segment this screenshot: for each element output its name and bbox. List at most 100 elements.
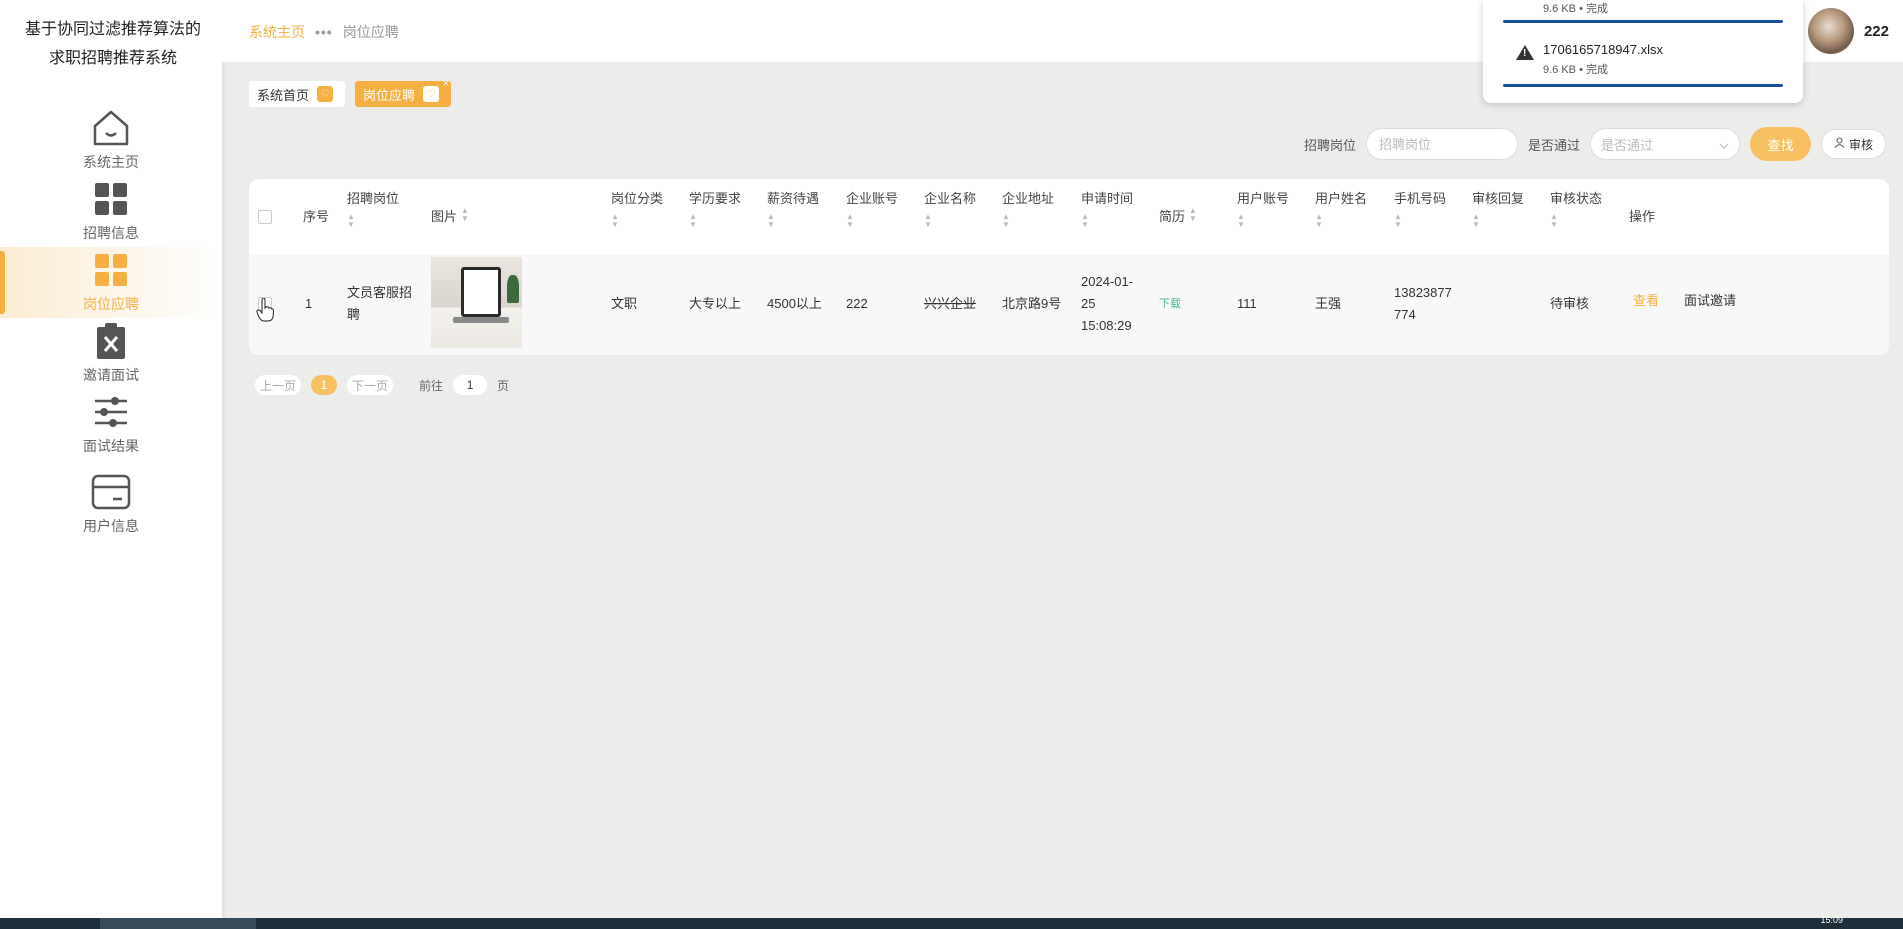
tab-label: 系统首页 bbox=[257, 87, 310, 103]
column-header[interactable]: 简历 ▲ ▼ bbox=[1159, 207, 1197, 227]
sidebar: 基于协同过滤推荐算法的 求职招聘推荐系统 系统主页 招聘信息 岗位应聘 邀请面试… bbox=[0, 0, 222, 918]
download-progress-bar bbox=[1503, 84, 1783, 87]
cell-user-account: 111 bbox=[1237, 296, 1257, 311]
prev-page-button[interactable]: 上一页 bbox=[255, 375, 302, 395]
pass-select-placeholder: 是否通过 bbox=[1600, 137, 1653, 153]
column-header[interactable]: 企业账号 ▲ ▼ bbox=[846, 189, 898, 229]
cell-index: 1 bbox=[305, 296, 313, 311]
sidebar-item-label: 面试结果 bbox=[83, 438, 139, 454]
username[interactable]: 222 bbox=[1864, 23, 1889, 40]
search-bar: 招聘岗位 是否通过 是否通过 查找 审核 bbox=[1304, 127, 1886, 161]
cell-phone: 13823877774 bbox=[1394, 285, 1452, 322]
sidebar-item-applications[interactable]: 岗位应聘 bbox=[0, 247, 222, 318]
column-header[interactable]: 企业名称 ▲ ▼ bbox=[924, 189, 976, 229]
column-header[interactable]: 审核回复 ▲ ▼ bbox=[1472, 189, 1524, 229]
next-page-button[interactable]: 下一页 bbox=[347, 375, 394, 395]
cell-apply-time: 2024-01-25 15:08:29 bbox=[1081, 274, 1134, 333]
cell-user-name: 王强 bbox=[1315, 296, 1342, 311]
job-search-input[interactable] bbox=[1365, 128, 1518, 160]
chevron-down-icon bbox=[1719, 137, 1729, 152]
find-button[interactable]: 查找 bbox=[1749, 127, 1811, 161]
cell-education: 大专以上 bbox=[689, 296, 742, 311]
column-header[interactable]: 申请时间 ▲ ▼ bbox=[1081, 189, 1133, 229]
download-file-name[interactable]: 1706165718947.xlsx bbox=[1543, 42, 1663, 57]
audit-button[interactable]: 审核 bbox=[1820, 129, 1886, 159]
applications-table: 序号 招聘岗位 ▲ ▼ 图片 ▲ ▼ 岗位分类 ▲ ▼ 学历要求 ▲ ▼ 薪资待遇 ▲ ▼ 企业账号… bbox=[249, 179, 1889, 355]
sidebar-item-interview-invite[interactable]: 邀请面试 bbox=[0, 318, 222, 389]
sliders-icon bbox=[89, 390, 133, 434]
job-image bbox=[431, 257, 522, 348]
download-item-meta: 9.6 KB • 完成 bbox=[1543, 64, 1608, 76]
download-item-meta: 9.6 KB • 完成 bbox=[1543, 3, 1608, 15]
cell-salary: 4500以上 bbox=[767, 296, 822, 311]
close-icon[interactable]: × bbox=[443, 78, 449, 90]
column-header[interactable]: 企业地址 ▲ ▼ bbox=[1002, 189, 1054, 229]
sidebar-item-label: 邀请面试 bbox=[83, 367, 139, 383]
sidebar-item-interview-result[interactable]: 面试结果 bbox=[0, 389, 222, 460]
sidebar-item-label: 用户信息 bbox=[83, 518, 139, 534]
cell-job: 文员客服招聘 bbox=[347, 285, 413, 322]
select-all-checkbox[interactable] bbox=[258, 210, 272, 224]
app-title: 基于协同过滤推荐算法的 求职招聘推荐系统 bbox=[0, 0, 222, 73]
column-header: 操作 bbox=[1629, 209, 1656, 224]
downloads-popup: 9.6 KB • 完成 1706165718947.xlsx 9.6 KB • … bbox=[1483, 0, 1803, 103]
column-header[interactable]: 手机号码 ▲ ▼ bbox=[1394, 189, 1446, 229]
page-number[interactable]: 1 bbox=[311, 375, 338, 395]
pass-select[interactable]: 是否通过 bbox=[1589, 128, 1740, 160]
pagination: 上一页 1 下一页 前往 1 页 bbox=[255, 375, 509, 395]
goto-page-input[interactable]: 1 bbox=[453, 375, 488, 395]
grid-icon bbox=[89, 177, 133, 221]
job-label: 招聘岗位 bbox=[1303, 137, 1356, 153]
sidebar-item-label: 系统主页 bbox=[83, 154, 139, 170]
column-header[interactable]: 图片 ▲ ▼ bbox=[431, 207, 469, 227]
app-title-line1: 基于协同过滤推荐算法的 bbox=[24, 21, 201, 38]
tag-icon: ♡ bbox=[423, 86, 440, 102]
user-icon bbox=[1834, 137, 1845, 151]
cell-company-address: 北京路9号 bbox=[1002, 296, 1062, 311]
interview-invite-button[interactable]: 面试邀请 bbox=[1684, 290, 1736, 312]
view-button[interactable]: 查看 bbox=[1633, 290, 1659, 312]
tab-home[interactable]: 系统首页 ♡ bbox=[249, 81, 346, 107]
sidebar-item-label: 招聘信息 bbox=[83, 225, 139, 241]
column-header[interactable]: 招聘岗位 ▲ ▼ bbox=[347, 189, 399, 229]
app-title-line2: 求职招聘推荐系统 bbox=[48, 50, 177, 67]
audit-button-label: 审核 bbox=[1848, 137, 1873, 152]
tab-label: 岗位应聘 bbox=[363, 87, 416, 103]
column-header[interactable]: 薪资待遇 ▲ ▼ bbox=[767, 189, 819, 229]
column-header[interactable]: 岗位分类 ▲ ▼ bbox=[611, 189, 663, 229]
grid-icon bbox=[89, 248, 133, 292]
sidebar-menu: 系统主页 招聘信息 岗位应聘 邀请面试 面试结果 用户信息 bbox=[0, 105, 222, 540]
column-header: 序号 bbox=[303, 209, 330, 224]
column-header[interactable]: 学历要求 ▲ ▼ bbox=[689, 189, 741, 229]
clipboard-x-icon bbox=[89, 319, 133, 363]
breadcrumb-home[interactable]: 系统主页 bbox=[249, 22, 305, 42]
avatar[interactable] bbox=[1807, 8, 1854, 54]
taskbar-app[interactable] bbox=[100, 918, 256, 929]
os-taskbar: 15:09 bbox=[0, 915, 1903, 929]
cell-category: 文职 bbox=[611, 296, 638, 311]
warning-icon bbox=[1516, 45, 1534, 60]
column-header[interactable]: 审核状态 ▲ ▼ bbox=[1550, 189, 1602, 229]
sidebar-item-user-info[interactable]: 用户信息 bbox=[0, 460, 222, 540]
goto-label: 前往 bbox=[419, 378, 444, 393]
sidebar-item-jobs[interactable]: 招聘信息 bbox=[0, 176, 222, 247]
taskbar-clock: 15:09 bbox=[1820, 915, 1843, 925]
resume-download-link[interactable]: 下载 bbox=[1159, 293, 1181, 315]
home-icon bbox=[89, 106, 133, 150]
cell-company-account: 222 bbox=[846, 296, 868, 311]
user-menu[interactable]: 222 bbox=[1807, 8, 1889, 54]
sidebar-item-label: 岗位应聘 bbox=[83, 296, 139, 312]
card-icon bbox=[89, 470, 133, 514]
sidebar-item-home[interactable]: 系统主页 bbox=[0, 105, 222, 176]
hand-cursor-icon bbox=[256, 297, 275, 322]
column-header[interactable]: 用户姓名 ▲ ▼ bbox=[1315, 189, 1367, 229]
cell-audit-status: 待审核 bbox=[1550, 296, 1590, 311]
download-progress-bar bbox=[1503, 20, 1783, 23]
breadcrumb: 系统主页 ••• 岗位应聘 bbox=[249, 22, 399, 42]
table-header: 序号 招聘岗位 ▲ ▼ 图片 ▲ ▼ 岗位分类 ▲ ▼ 学历要求 ▲ ▼ 薪资待遇 ▲ ▼ 企业账号… bbox=[249, 179, 1889, 255]
page-tabs: 系统首页 ♡ 岗位应聘 ♡ × bbox=[249, 78, 452, 107]
column-header[interactable]: 用户账号 ▲ ▼ bbox=[1237, 189, 1289, 229]
page-suffix: 页 bbox=[497, 378, 510, 393]
tab-applications[interactable]: 岗位应聘 ♡ × bbox=[355, 78, 452, 107]
table-row: 1 文员客服招聘 文职 大专以上 4500以上 222 兴兴企业 北京路9号 2… bbox=[249, 255, 1889, 355]
